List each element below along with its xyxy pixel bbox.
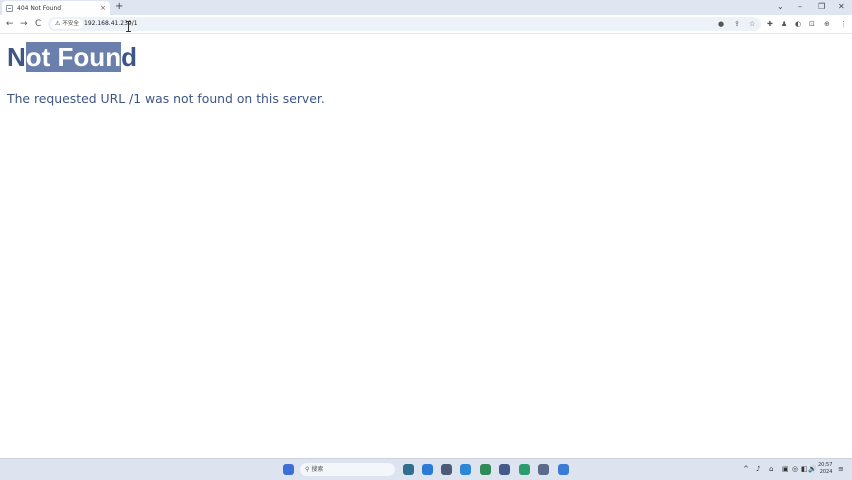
taskbar-app-icon[interactable] [499, 464, 510, 475]
taskbar-app-icon[interactable] [460, 464, 471, 475]
chrome-app-icon[interactable] [538, 464, 549, 475]
security-indicator[interactable]: ⚠ 不安全 [51, 19, 83, 29]
browser-tab[interactable]: 404 Not Found × [2, 1, 110, 15]
extension-puzzle-icon[interactable]: ♟ [781, 19, 787, 29]
profile-icon[interactable]: ⊕ [824, 19, 830, 29]
page-content: Not Found The requested URL /1 was not f… [0, 35, 852, 458]
back-icon[interactable]: ← [6, 18, 14, 30]
taskbar-search[interactable]: ⚲ 搜索 [300, 463, 395, 476]
url-text[interactable]: 192.168.41.239/1 [84, 17, 138, 31]
media-icon[interactable]: ◐ [795, 19, 801, 29]
taskbar: ⚲ 搜索 ^ ♪ ⌂ ▣ ◎ ◧ 🔊 20:57 2024 ≡ [0, 458, 852, 480]
share-icon[interactable]: ⇪ [734, 20, 740, 28]
tab-close-icon[interactable]: × [100, 4, 106, 12]
start-icon[interactable] [283, 464, 294, 475]
taskbar-app-icon[interactable] [403, 464, 414, 475]
close-window-icon[interactable]: ✕ [838, 1, 845, 13]
heading-text-start: N [7, 42, 26, 72]
warning-icon: ⚠ [55, 20, 61, 27]
tray-mic-icon[interactable]: ♪ [756, 464, 760, 474]
security-label: 不安全 [62, 21, 79, 27]
reload-icon[interactable]: C [35, 18, 41, 30]
tray-overflow-icon[interactable]: ^ [743, 464, 749, 474]
taskbar-app-icon[interactable] [480, 464, 491, 475]
restore-icon[interactable]: ❐ [818, 1, 825, 13]
volume-icon[interactable]: 🔊 [808, 464, 817, 474]
clock-time: 20:57 [818, 462, 833, 468]
page-icon [6, 4, 13, 12]
tab-search-dropdown-icon[interactable]: ⌄ [777, 1, 784, 13]
clock-date: 2024 [819, 469, 833, 475]
notification-icon[interactable]: ≡ [838, 464, 844, 474]
tray-app-icon[interactable]: ⌂ [769, 464, 773, 474]
tray-app-icon[interactable]: ▣ [782, 464, 789, 474]
page-heading: Not Found [7, 41, 137, 73]
taskbar-app-icon[interactable] [558, 464, 569, 475]
bookmark-star-icon[interactable]: ☆ [749, 20, 755, 28]
heading-text-end: d [121, 42, 137, 72]
network-icon[interactable]: ◧ [801, 464, 808, 474]
extensions-icon[interactable]: ✚ [767, 19, 773, 29]
heading-selected-text: ot Foun [25, 42, 122, 72]
minimize-icon[interactable]: – [798, 1, 802, 13]
search-icon: ⚲ [305, 466, 310, 473]
address-bar[interactable]: ⚠ 不安全 192.168.41.239/1 ● ⇪ ☆ [48, 17, 761, 31]
taskbar-app-icon[interactable] [422, 464, 433, 475]
tab-title: 404 Not Found [17, 4, 62, 12]
tab-strip: 404 Not Found × + ⌄ – ❐ ✕ [0, 0, 852, 15]
taskbar-app-icon[interactable] [519, 464, 530, 475]
new-tab-icon[interactable]: + [115, 1, 123, 13]
search-label: 搜索 [311, 466, 324, 473]
text-cursor-icon [126, 21, 131, 32]
menu-icon[interactable]: ⋮ [840, 19, 847, 29]
error-message: The requested URL /1 was not found on th… [7, 91, 325, 106]
taskbar-app-icon[interactable] [441, 464, 452, 475]
translate-icon[interactable]: ● [718, 20, 724, 28]
side-panel-icon[interactable]: ⊡ [809, 19, 815, 29]
tray-app-icon[interactable]: ◎ [792, 464, 798, 474]
taskbar-clock[interactable]: 20:57 2024 [818, 462, 832, 476]
forward-icon[interactable]: → [20, 18, 28, 30]
